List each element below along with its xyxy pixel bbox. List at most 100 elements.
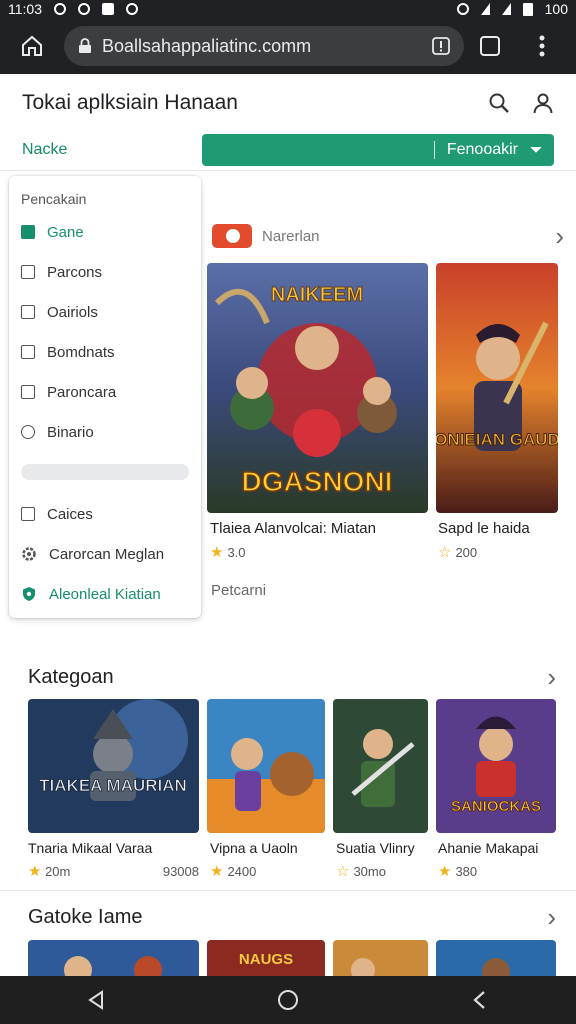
category-dropdown-button[interactable]: Fenooakir: [202, 134, 554, 166]
address-bar[interactable]: Boallsahappaliatinc.comm: [64, 26, 464, 66]
menu-item-label: Parcons: [47, 263, 103, 281]
square-icon: [21, 385, 35, 399]
featured-more-label: Petcarni: [211, 582, 267, 599]
menu-item-caices[interactable]: Caices: [9, 494, 201, 534]
game-rating: ★ 2400: [210, 862, 328, 880]
featured-game-1-info[interactable]: Tlaiea Alanvolcai: Miatan ★ 3.0: [210, 520, 425, 561]
menu-item-aleonleal-kiatian[interactable]: Aleonleal Kiatian: [9, 574, 201, 614]
game-title: Suatia Vlinry: [336, 840, 415, 856]
featured-game-1-art[interactable]: NAIKEEM DGASNONI: [207, 263, 428, 513]
rating-value: 2400: [227, 863, 257, 879]
featured-art-text: SONIEIAN GAUDE: [436, 430, 558, 449]
category-game-1-info[interactable]: Tnaria Mikaal Varaa ★ 20m 93008: [28, 840, 199, 880]
tabs-button[interactable]: [464, 18, 516, 74]
home-button[interactable]: [0, 18, 64, 74]
game-rating: ☆ 30mo: [336, 862, 431, 880]
featured-header[interactable]: Narerlan ›: [212, 221, 564, 252]
back-triangle-icon[interactable]: [85, 989, 107, 1011]
menu-item-label: Paroncara: [47, 383, 117, 401]
browser-toolbar: Boallsahappaliatinc.comm: [0, 18, 576, 74]
nav-link[interactable]: Nacke: [22, 141, 67, 159]
chevron-right-icon[interactable]: ›: [555, 221, 564, 252]
categories-header[interactable]: Kategoan ›: [28, 662, 556, 692]
star-icon: ☆: [438, 544, 452, 561]
rating-value: 200: [455, 544, 478, 560]
game-title: Ahanie Makapai: [438, 840, 539, 856]
folder-icon: [21, 305, 35, 319]
menu-item-binario[interactable]: Binario: [9, 412, 201, 452]
sub-navigation: Nacke Fenooakir: [0, 132, 576, 168]
games-thumb-text: NAUGS: [239, 951, 293, 968]
url-text: Boallsahappaliatinc.comm: [102, 35, 312, 56]
menu-item-label: Bomdnats: [47, 343, 115, 361]
category-art-text: SANIOCKAS: [451, 798, 541, 815]
menu-item-label: Carorcan Meglan: [49, 545, 165, 563]
menu-item-label: Oairiols: [47, 303, 98, 321]
play-store-icon: [212, 224, 252, 248]
menu-item-label: Binario: [47, 423, 94, 441]
featured-game-2-art[interactable]: SONIEIAN GAUDE: [436, 263, 558, 513]
checkbox-checked-icon: [21, 225, 35, 239]
dropdown-button-label: Fenooakir: [446, 141, 518, 158]
chevron-right-icon[interactable]: ›: [547, 662, 556, 693]
section-title: Kategoan: [28, 665, 114, 688]
menu-search-bar[interactable]: [21, 464, 189, 480]
menu-item-oairiols[interactable]: Oairiols: [9, 292, 201, 332]
section-title: Gatoke Iame: [28, 905, 143, 928]
menu-item-carorcan-meglan[interactable]: Carorcan Meglan: [9, 534, 201, 574]
home-icon: [22, 35, 42, 56]
chevron-down-icon: [530, 146, 542, 153]
bluetooth-icon: [456, 3, 469, 15]
games-thumb-3[interactable]: [333, 940, 428, 980]
game-title: Sapd le haida: [438, 520, 530, 537]
games-thumb-2[interactable]: NAUGS: [207, 940, 325, 980]
battery-icon: [522, 2, 533, 16]
shield-icon: [23, 587, 35, 601]
system-navigation-bar: [0, 976, 576, 1024]
star-icon: ★: [28, 863, 42, 880]
account-icon[interactable]: [532, 92, 554, 114]
category-game-4-art[interactable]: SANIOCKAS: [436, 699, 556, 833]
site-header: Tokai aplksiain Hanaan: [0, 74, 576, 132]
games-thumb-1[interactable]: [28, 940, 199, 980]
category-game-4-info[interactable]: Ahanie Makapai ★ 380: [438, 840, 556, 880]
status-time: 11:03: [8, 1, 42, 17]
game-rating: ☆ 200: [438, 543, 558, 561]
category-menu: Pencakain Gane Parcons Oairiols Bomdnats…: [9, 176, 201, 618]
category-game-3-art[interactable]: [333, 699, 428, 833]
game-title: Tnaria Mikaal Varaa: [28, 840, 153, 856]
gear-icon: [22, 547, 36, 561]
square-icon: [21, 345, 35, 359]
wifi-icon: [480, 3, 490, 15]
menu-item-parcons[interactable]: Parcons: [9, 252, 201, 292]
page-title: Tokai aplksiain Hanaan: [22, 91, 238, 114]
browser-menu-button[interactable]: [516, 18, 568, 74]
notification-icon: [78, 3, 90, 15]
back-chevron-icon[interactable]: [469, 989, 491, 1011]
more-vert-icon: [539, 35, 545, 57]
message-icon: [126, 3, 138, 15]
section-divider: [0, 890, 576, 891]
category-game-3-info[interactable]: Suatia Vlinry ☆ 30mo: [336, 840, 431, 880]
category-game-2-art[interactable]: [207, 699, 325, 833]
tabs-icon: [480, 36, 500, 56]
star-icon: ★: [438, 863, 452, 880]
menu-item-paroncara[interactable]: Paroncara: [9, 372, 201, 412]
rating-value: 3.0: [227, 544, 246, 560]
games-thumb-4[interactable]: [436, 940, 556, 980]
game-rating: ★ 20m 93008: [28, 862, 199, 880]
info-icon[interactable]: [432, 37, 450, 55]
featured-game-2-info[interactable]: Sapd le haida ☆ 200: [438, 520, 558, 561]
rating-value: 380: [455, 863, 478, 879]
category-game-2-info[interactable]: Vipna a Uaoln ★ 2400: [210, 840, 328, 880]
chevron-right-icon[interactable]: ›: [547, 902, 556, 933]
games-section-header[interactable]: Gatoke Iame ›: [28, 902, 556, 932]
menu-item-bomdnats[interactable]: Bomdnats: [9, 332, 201, 372]
status-bar: 11:03 100: [0, 0, 576, 18]
search-icon[interactable]: [488, 92, 510, 114]
category-game-1-art[interactable]: TIAKEA MAURIAN: [28, 699, 199, 833]
menu-item-gane[interactable]: Gane: [9, 212, 201, 252]
home-circle-icon[interactable]: [276, 988, 300, 1012]
featured-art-text: DGASNONI: [242, 466, 393, 497]
game-title: Vipna a Uaoln: [210, 840, 298, 856]
